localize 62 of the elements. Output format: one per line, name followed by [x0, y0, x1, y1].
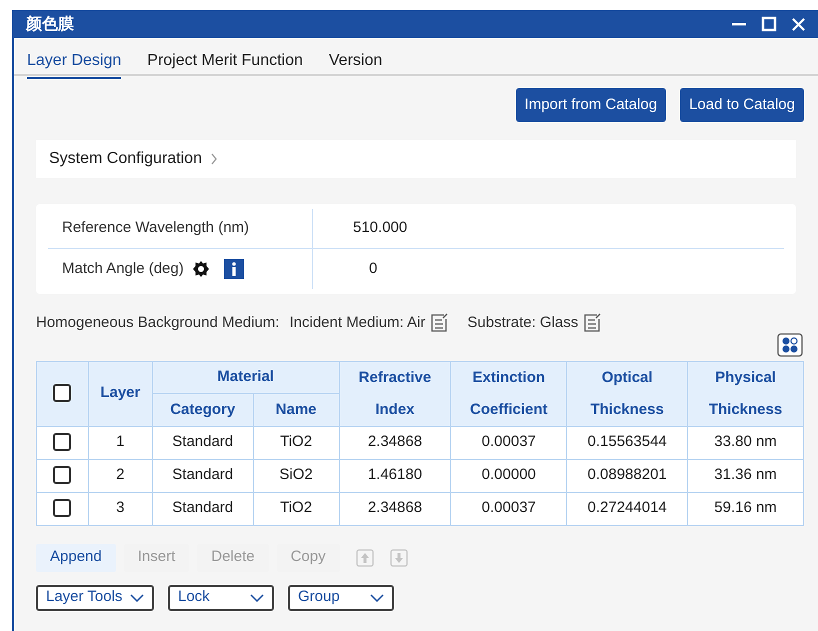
caret-icon	[250, 594, 264, 602]
column-header: Category	[152, 394, 254, 426]
table-cell: 2.34868	[339, 426, 451, 459]
substrate-label: Substrate: Glass	[467, 313, 578, 333]
table-cell: Standard	[152, 426, 254, 459]
caret-icon	[370, 594, 384, 602]
table-cell: 0.15563544	[566, 426, 688, 459]
table-cell: SiO2	[253, 459, 339, 492]
checkbox[interactable]	[53, 499, 72, 518]
column-header: Layer	[88, 361, 152, 426]
edit-note-icon[interactable]	[430, 313, 450, 334]
table-cell: 0.08988201	[566, 459, 688, 492]
setting-label: Match Angle (deg)	[62, 258, 184, 279]
checkbox[interactable]	[53, 433, 72, 452]
edit-note-icon[interactable]	[583, 313, 602, 334]
info-icon[interactable]	[224, 259, 244, 279]
table-cell: Standard	[152, 459, 254, 492]
column-header: Optical Thickness	[566, 361, 688, 426]
dropdown[interactable]: Layer Tools	[36, 584, 154, 610]
table-cell: 31.36 nm	[688, 459, 804, 492]
setting-label: Reference Wavelength (nm)	[62, 218, 250, 238]
caret-icon	[130, 594, 144, 602]
setting-value: 510.000	[352, 218, 408, 238]
dropdown[interactable]: Lock	[168, 584, 274, 610]
layout-grid-icon[interactable]	[777, 332, 803, 356]
medium-label: Homogeneous Background Medium:	[36, 313, 280, 333]
catalog-button[interactable]: Import from Catalog	[516, 88, 666, 122]
table-cell: 0.00000	[450, 459, 567, 492]
table-cell: 59.16 nm	[688, 492, 804, 525]
table-cell: 0.27244014	[566, 492, 688, 525]
table-cell: 2	[88, 459, 152, 492]
column-header: Refractive Index	[339, 361, 451, 426]
catalog-button[interactable]: Load to Catalog	[680, 88, 804, 122]
tab[interactable]: Project Merit Function	[147, 49, 303, 77]
table-cell: 1	[88, 426, 152, 459]
checkbox[interactable]	[53, 384, 72, 402]
tab[interactable]: Layer Design	[27, 49, 122, 79]
column-group-header: Material	[152, 361, 339, 394]
table-cell: 0.00037	[450, 426, 567, 459]
close-icon[interactable]	[791, 16, 806, 32]
setting-value: 0	[368, 258, 378, 279]
checkbox[interactable]	[53, 466, 72, 484]
table-cell: 1.46180	[339, 459, 451, 492]
column-header: Extinction Coefficient	[450, 361, 567, 426]
table-cell: 2.34868	[339, 492, 451, 525]
window-title: 颜色膜	[26, 13, 74, 35]
system-configuration-bar[interactable]: System Configuration	[36, 140, 796, 178]
table-cell: 0.00037	[450, 492, 567, 525]
tab[interactable]: Version	[328, 49, 382, 77]
incident-medium-label: Incident Medium: Air	[289, 313, 426, 333]
table-cell: Standard	[152, 492, 254, 525]
table-cell: TiO2	[253, 426, 339, 459]
column-header: Name	[253, 394, 339, 426]
column-header: Physical Thickness	[688, 361, 804, 426]
table-cell: TiO2	[253, 492, 339, 525]
section-label: System Configuration	[49, 149, 202, 169]
maximize-icon[interactable]	[761, 16, 777, 32]
table-cell: 33.80 nm	[688, 426, 804, 459]
action-button[interactable]: Append	[36, 544, 116, 572]
table-cell: 3	[88, 492, 152, 525]
gear-icon[interactable]	[192, 260, 210, 278]
dropdown[interactable]: Group	[288, 584, 394, 610]
